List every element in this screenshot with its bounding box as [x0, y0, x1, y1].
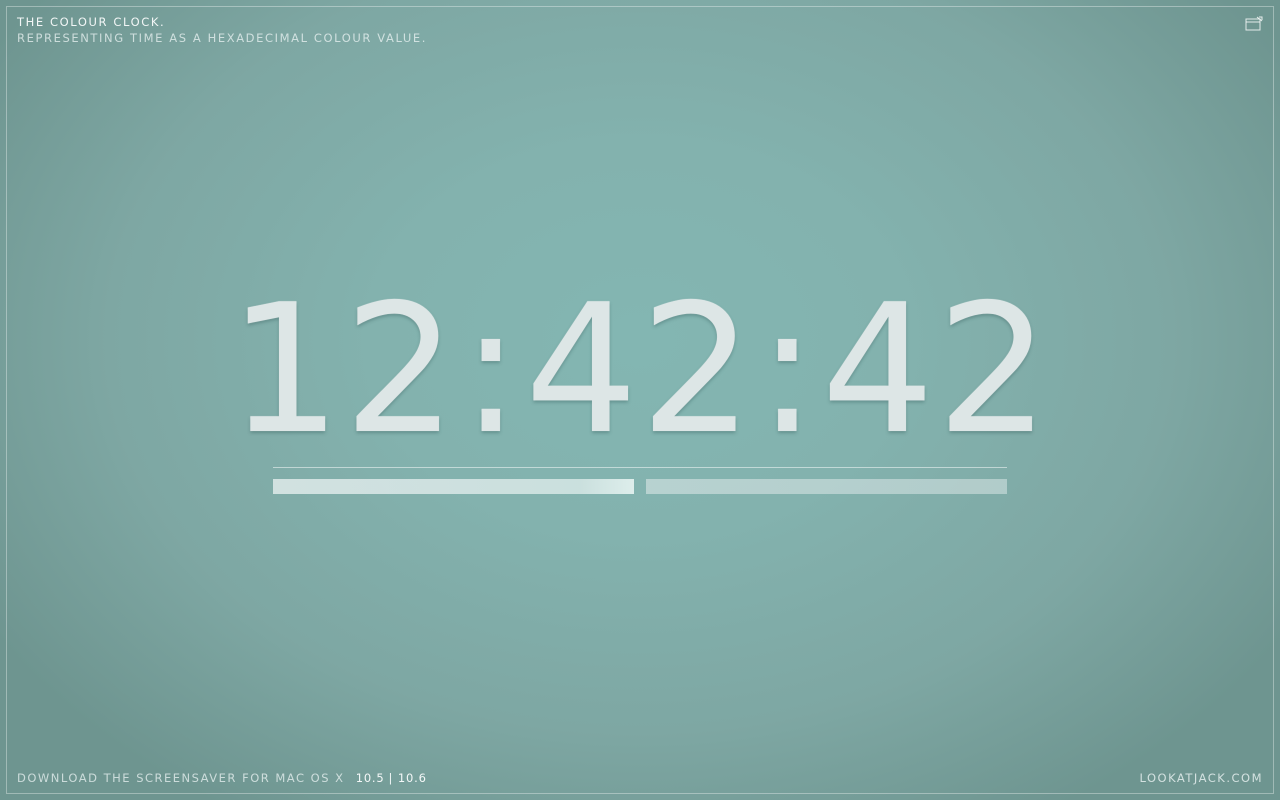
- download-link-10-6[interactable]: 10.6: [398, 771, 427, 785]
- site-link[interactable]: lookatjack.com: [1139, 771, 1263, 785]
- download-footer: Download the screensaver for Mac OS X 10…: [17, 771, 427, 785]
- clock-separator: :: [460, 266, 523, 473]
- progress-bar-right: [646, 479, 1007, 494]
- app-subtitle: Representing time as a hexadecimal colou…: [17, 31, 428, 45]
- fullscreen-button[interactable]: [1245, 16, 1263, 32]
- clock-minutes: 42: [524, 266, 756, 473]
- clock-display: 12 : 42 : 42: [228, 266, 1049, 473]
- progress-bar-left: [273, 479, 634, 494]
- clock-hours: 12: [228, 266, 459, 473]
- download-text: Download the screensaver for Mac OS X: [17, 771, 345, 785]
- clock-divider: [273, 467, 1007, 468]
- app-title: The Colour Clock.: [17, 15, 166, 29]
- progress-bar-right-fill: [646, 479, 1007, 494]
- clock-seconds: 42: [821, 266, 1052, 473]
- fullscreen-toggle-icon: [1245, 16, 1263, 31]
- download-link-10-5[interactable]: 10.5: [356, 771, 385, 785]
- version-separator: |: [388, 771, 394, 785]
- clock-separator: :: [757, 266, 820, 473]
- progress-bar-left-fill: [273, 479, 634, 494]
